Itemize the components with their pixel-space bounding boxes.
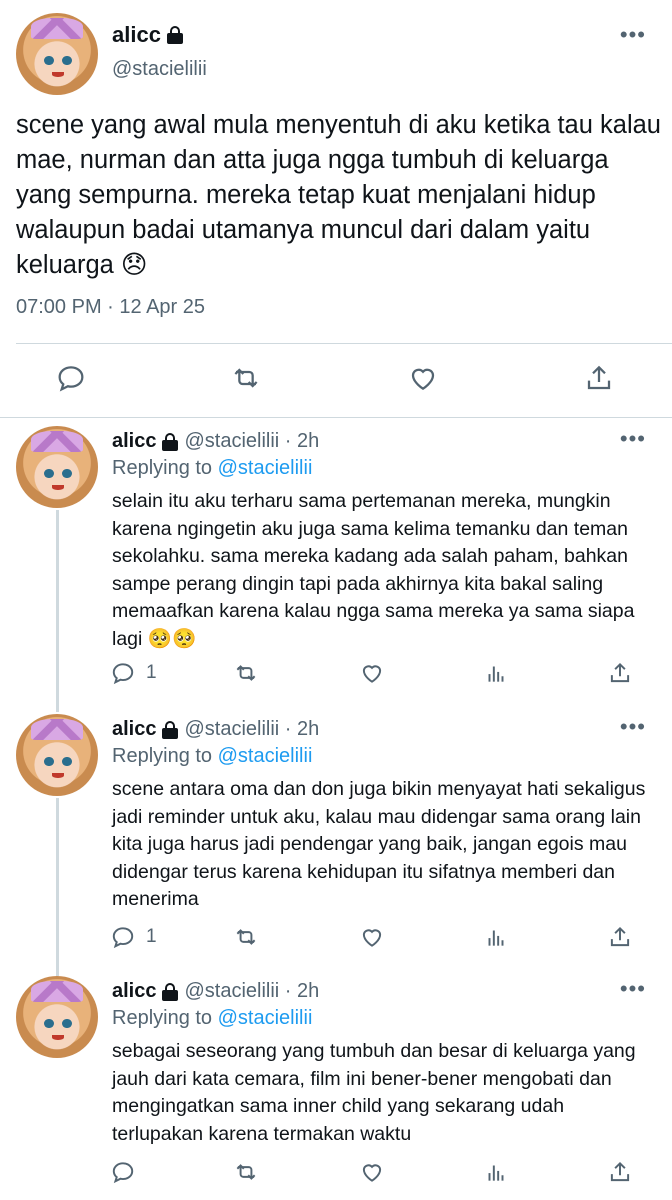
like-icon (362, 1164, 382, 1182)
tweet-text: scene yang awal mula menyentuh di aku ke… (16, 111, 661, 279)
more-options-icon[interactable]: ••• (620, 976, 646, 1002)
like-icon (362, 665, 382, 683)
mention-link[interactable]: @stacielilii (218, 457, 313, 479)
avatar[interactable] (16, 976, 98, 1058)
retweet-icon (236, 929, 256, 945)
retweet-button[interactable] (232, 1159, 260, 1185)
reply-count: 1 (146, 926, 157, 947)
more-options-icon[interactable]: ••• (620, 22, 646, 48)
reply-text: scene antara oma dan don juga bikin meny… (112, 778, 646, 910)
reply-text: selain itu aku terharu sama pertemanan m… (112, 490, 635, 650)
timestamp[interactable]: 07:00 PM · 12 Apr 25 (16, 296, 205, 319)
analytics-icon (488, 1165, 504, 1181)
retweet-icon (236, 665, 256, 681)
like-button[interactable] (359, 924, 385, 950)
reply-button[interactable]: 1 (110, 924, 157, 950)
share-button[interactable] (607, 1159, 633, 1185)
like-icon (411, 368, 435, 390)
reply-text: sebagai seseorang yang tumbuh dan besar … (112, 1040, 636, 1145)
reply-icon (112, 927, 134, 949)
lock-icon (162, 982, 179, 1001)
share-icon (610, 926, 630, 947)
replying-to: Replying to @stacielilii (112, 1007, 313, 1029)
avatar[interactable] (16, 714, 98, 796)
reply-count: 1 (146, 662, 157, 683)
reply-header: alicc @stacielilii · 2h (112, 430, 319, 453)
author-block[interactable]: alicc @stacielilii (112, 22, 207, 81)
display-name[interactable]: alicc (112, 718, 156, 741)
share-icon (610, 1161, 630, 1182)
replying-to: Replying to @stacielilii (112, 745, 313, 767)
reply-icon (58, 366, 84, 392)
analytics-button[interactable] (483, 924, 509, 950)
reply-tweet[interactable]: alicc @stacielilii · 2h ••• Replying to … (0, 976, 672, 1200)
avatar[interactable] (16, 13, 98, 95)
handle-and-time[interactable]: @stacielilii · 2h (184, 980, 319, 1003)
handle-and-time[interactable]: @stacielilii · 2h (184, 430, 319, 453)
handle-and-time[interactable]: @stacielilii · 2h (184, 718, 319, 741)
more-options-icon[interactable]: ••• (620, 426, 646, 452)
replying-to: Replying to @stacielilii (112, 457, 313, 479)
share-icon (587, 365, 611, 390)
lock-icon (162, 720, 179, 739)
like-icon (362, 929, 382, 947)
display-name[interactable]: alicc (112, 430, 156, 453)
reply-icon (112, 663, 134, 685)
reply-button[interactable]: 1 (110, 660, 157, 686)
retweet-button[interactable] (229, 362, 263, 394)
reply-header: alicc @stacielilii · 2h (112, 718, 319, 741)
retweet-button[interactable] (232, 660, 260, 686)
analytics-button[interactable] (483, 1159, 509, 1185)
display-name[interactable]: alicc (112, 22, 161, 48)
reply-button[interactable] (55, 362, 87, 394)
share-icon (610, 662, 630, 683)
retweet-icon (234, 368, 258, 388)
reply-button[interactable] (110, 1159, 136, 1185)
share-button[interactable] (607, 924, 633, 950)
like-button[interactable] (359, 660, 385, 686)
divider (0, 417, 672, 418)
analytics-icon (488, 666, 504, 682)
like-button[interactable] (359, 1159, 385, 1185)
share-button[interactable] (607, 660, 633, 686)
retweet-icon (236, 1164, 256, 1180)
reply-tweet[interactable]: alicc @stacielilii · 2h ••• Replying to … (0, 714, 672, 969)
reply-tweet[interactable]: alicc @stacielilii · 2h ••• Replying to … (0, 426, 672, 706)
main-tweet: alicc @stacielilii ••• scene yang awal m… (0, 0, 672, 418)
divider (16, 343, 672, 344)
retweet-button[interactable] (232, 924, 260, 950)
handle[interactable]: @stacielilii (112, 58, 207, 81)
analytics-button[interactable] (483, 660, 509, 686)
mention-link[interactable]: @stacielilii (218, 1007, 313, 1029)
analytics-icon (488, 930, 504, 946)
lock-icon (162, 432, 179, 451)
crown-decoration (30, 17, 84, 40)
share-button[interactable] (583, 362, 615, 394)
mention-link[interactable]: @stacielilii (218, 745, 313, 767)
display-name[interactable]: alicc (112, 980, 156, 1003)
reply-icon (112, 1162, 134, 1184)
more-options-icon[interactable]: ••• (620, 714, 646, 740)
lock-icon (166, 26, 183, 44)
like-button[interactable] (407, 362, 439, 394)
reply-header: alicc @stacielilii · 2h (112, 980, 319, 1003)
avatar[interactable] (16, 426, 98, 508)
